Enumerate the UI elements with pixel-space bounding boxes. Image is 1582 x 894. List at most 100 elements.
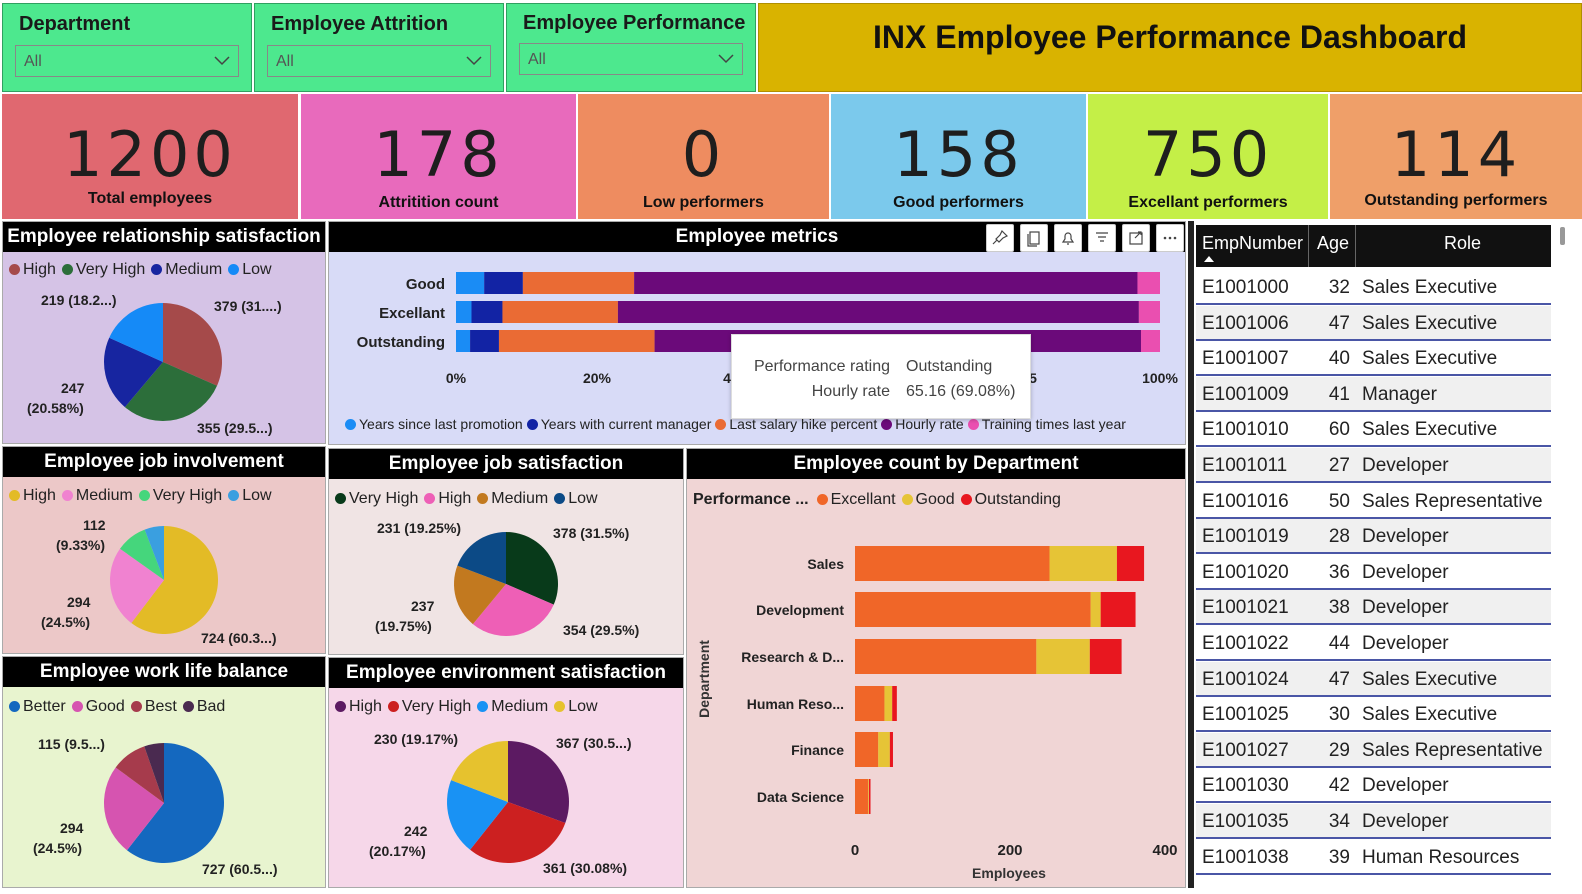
table-row[interactable]: E1001035 34 Developer — [1196, 804, 1551, 839]
cell-role: Developer — [1362, 597, 1449, 619]
dept-bar-segment[interactable] — [1100, 592, 1136, 627]
dept-panel: Employee count by Department Performance… — [686, 448, 1186, 888]
metrics-bar-segment[interactable] — [522, 272, 635, 294]
metrics-bar-segment[interactable] — [456, 330, 471, 352]
alert-button[interactable] — [1054, 224, 1082, 252]
dept-bar-segment[interactable] — [878, 732, 890, 767]
cell-empnumber: E1001006 — [1202, 312, 1289, 334]
cell-empnumber: E1001027 — [1202, 739, 1289, 761]
metrics-bar-segment[interactable] — [456, 272, 485, 294]
dept-bar-segment[interactable] — [884, 686, 893, 721]
metrics-bar-segment[interactable] — [634, 272, 1138, 294]
cell-age: 40 — [1328, 348, 1350, 370]
dept-bar-segment[interactable] — [855, 639, 1037, 674]
dept-bar-segment[interactable] — [892, 686, 897, 721]
table-row[interactable]: E1001022 44 Developer — [1196, 626, 1551, 661]
table-row[interactable]: E1001006 47 Sales Executive — [1196, 305, 1551, 341]
metrics-xtick: 100% — [1142, 370, 1178, 386]
cell-empnumber: E1001016 — [1202, 490, 1289, 512]
table-row[interactable]: E1001000 32 Sales Executive — [1196, 270, 1551, 305]
cell-empnumber: E1001035 — [1202, 811, 1289, 832]
attrition-slicer-title: Employee Attrition — [271, 13, 449, 35]
table-scrollbar[interactable] — [1560, 227, 1565, 245]
table-row[interactable]: E1001010 60 Sales Executive — [1196, 412, 1551, 448]
header-role[interactable]: Role — [1444, 233, 1481, 254]
table-row[interactable]: E1001027 29 Sales Representative — [1196, 732, 1551, 768]
dept-bar-segment[interactable] — [855, 779, 869, 814]
chevron-down-icon — [214, 56, 230, 66]
table-row[interactable]: E1001021 38 Developer — [1196, 590, 1551, 626]
cell-age: 29 — [1328, 739, 1350, 761]
cell-role: Developer — [1362, 455, 1449, 476]
dept-bar-segment[interactable] — [855, 686, 885, 721]
dept-bar-segment[interactable] — [1049, 546, 1117, 581]
cell-age: 44 — [1328, 633, 1350, 654]
more-options-button[interactable] — [1156, 224, 1184, 252]
metrics-bar-segment[interactable] — [1138, 301, 1160, 323]
dept-bar-segment[interactable] — [889, 732, 893, 767]
cell-empnumber: E1001021 — [1202, 597, 1289, 619]
pie-label: 294 — [67, 594, 91, 610]
table-row[interactable]: E1001019 28 Developer — [1196, 519, 1551, 555]
pie-label: 378 (31.5%) — [553, 525, 630, 541]
cell-empnumber: E1001030 — [1202, 775, 1289, 797]
table-row[interactable]: E1001025 30 Sales Executive — [1196, 697, 1551, 733]
table-row[interactable]: E1001011 27 Developer — [1196, 448, 1551, 483]
table-row[interactable]: E1001030 42 Developer — [1196, 768, 1551, 804]
table-row[interactable]: E1001016 50 Sales Representative — [1196, 484, 1551, 519]
dept-bar-segment[interactable] — [868, 779, 871, 814]
dept-bar-segment[interactable] — [855, 592, 1091, 627]
attrition-dropdown[interactable]: All — [267, 45, 491, 77]
copy-button[interactable] — [1020, 224, 1048, 252]
metrics-bar-segment[interactable] — [498, 330, 655, 352]
pie-label: 242 — [404, 823, 428, 839]
dept-bar-segment[interactable] — [1116, 546, 1145, 581]
dept-bar-segment[interactable] — [855, 546, 1050, 581]
focus-mode-button[interactable] — [1122, 224, 1150, 252]
dept-bar-segment[interactable] — [1090, 592, 1101, 627]
cell-role: Sales Executive — [1362, 419, 1498, 441]
metrics-bar-segment[interactable] — [470, 330, 499, 352]
dept-bar-segment[interactable] — [1036, 639, 1090, 674]
metrics-bar-segment[interactable] — [456, 301, 472, 323]
metrics-bar-segment[interactable] — [471, 301, 503, 323]
dept-bar-segment[interactable] — [855, 732, 879, 767]
cell-empnumber: E1001022 — [1202, 633, 1289, 654]
table-row[interactable]: E1001007 40 Sales Executive — [1196, 341, 1551, 377]
metrics-xtick: 20% — [583, 370, 612, 386]
table-row[interactable]: E1001024 47 Sales Executive — [1196, 661, 1551, 697]
tooltip-value: 65.16 (69.08%) — [906, 383, 1016, 400]
cell-age: 42 — [1328, 775, 1350, 797]
pie-label: (20.17%) — [369, 843, 426, 859]
cell-empnumber: E1001007 — [1202, 348, 1289, 370]
table-row[interactable]: E1001009 41 Manager — [1196, 376, 1551, 412]
envsat-panel: Employee environment satisfaction High Ve… — [328, 657, 684, 888]
pin-button[interactable] — [986, 224, 1014, 252]
header-empnumber[interactable]: EmpNumber — [1202, 233, 1303, 254]
metrics-row-label: Excellant — [379, 305, 445, 322]
metrics-bar-segment[interactable] — [617, 301, 1139, 323]
cell-empnumber: E1001020 — [1202, 561, 1289, 583]
tooltip-value: Outstanding — [906, 358, 993, 375]
metrics-row-label: Good — [406, 276, 445, 293]
dept-chart[interactable]: Sales Development Research & D... Human … — [687, 449, 1187, 889]
attrition-slicer: Employee Attrition All — [254, 3, 504, 92]
performance-slicer: Employee Performance All — [506, 3, 756, 92]
filter-button[interactable] — [1088, 224, 1116, 252]
dept-bar-segment[interactable] — [1089, 639, 1122, 674]
dept-bar-segment[interactable] — [868, 779, 869, 814]
department-dropdown[interactable]: All — [15, 45, 239, 77]
performance-dropdown[interactable]: All — [519, 43, 743, 75]
cell-empnumber: E1001024 — [1202, 668, 1289, 690]
table-row[interactable]: E1001020 36 Developer — [1196, 555, 1551, 590]
metrics-bar-segment[interactable] — [502, 301, 618, 323]
metrics-bar-segment[interactable] — [484, 272, 523, 294]
involvement-panel: Employee job involvement High Medium Very … — [2, 446, 326, 654]
metrics-bar-segment[interactable] — [1137, 272, 1160, 294]
metrics-bar-segment[interactable] — [1140, 330, 1160, 352]
cell-age: 32 — [1328, 277, 1350, 298]
header-age[interactable]: Age — [1317, 233, 1349, 254]
table-row[interactable]: E1001038 39 Human Resources — [1196, 840, 1551, 875]
dashboard-title: INX Employee Performance Dashboard — [873, 19, 1467, 55]
pie-label: 115 (9.5...) — [38, 736, 105, 752]
